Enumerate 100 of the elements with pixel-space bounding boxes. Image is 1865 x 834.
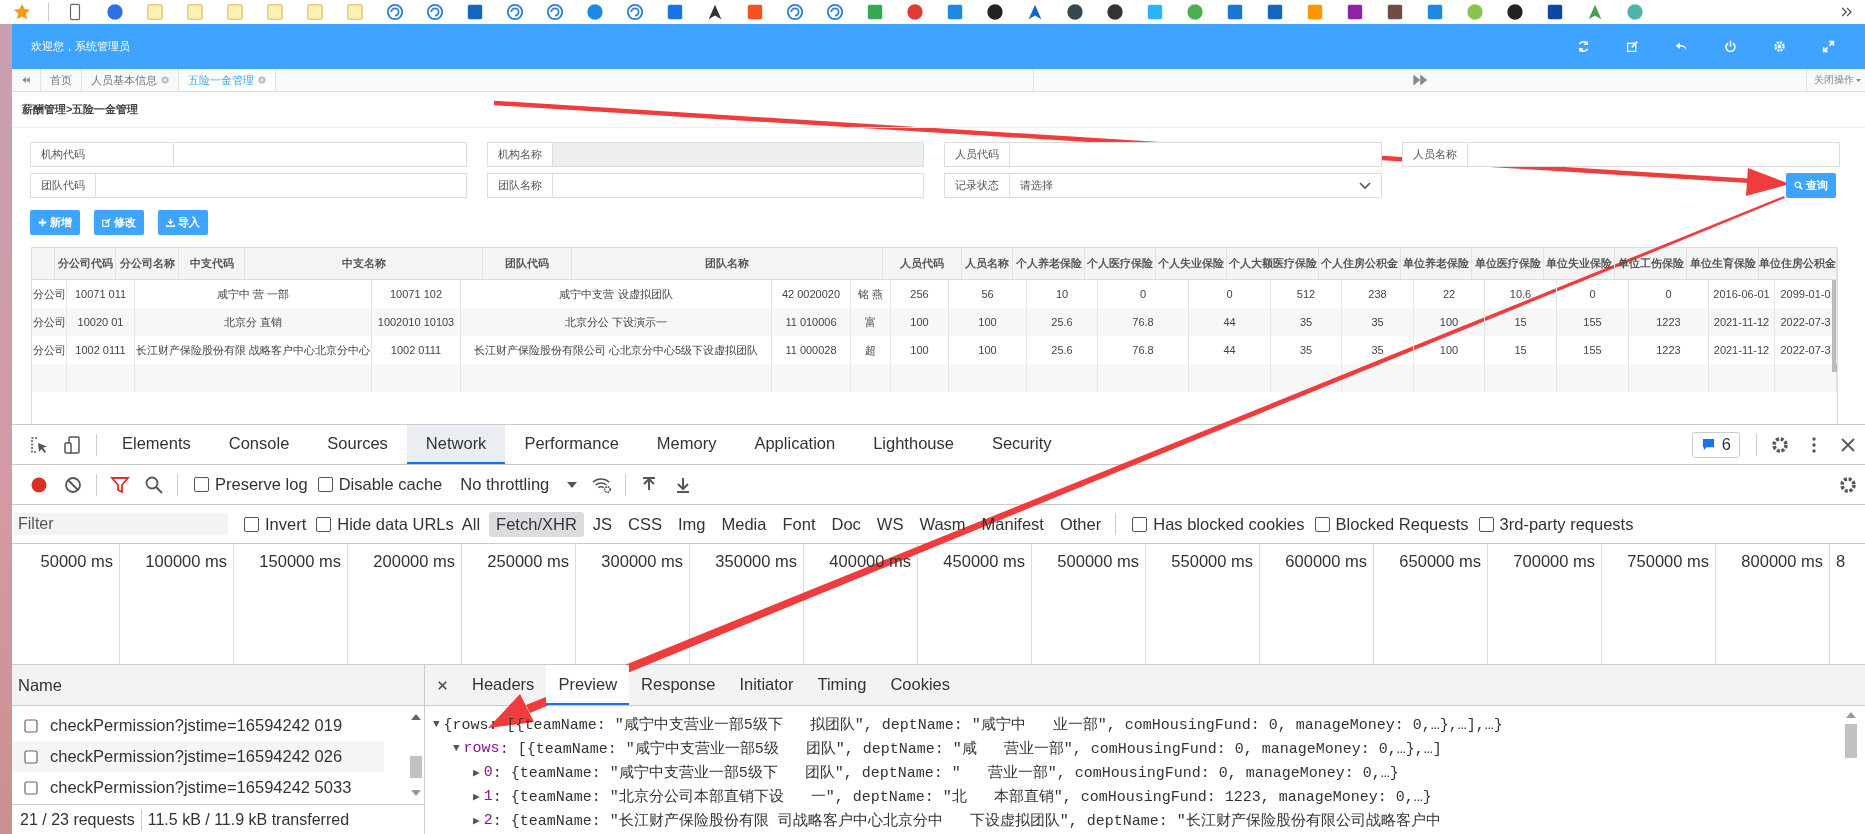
- table-cell: 2021-11-12: [1709, 308, 1775, 336]
- column-header[interactable]: 团队代码: [483, 248, 572, 279]
- type-filter[interactable]: JS: [585, 511, 620, 537]
- type-filter[interactable]: Img: [671, 511, 713, 537]
- throttling-dropdown[interactable]: No throttling: [460, 475, 578, 494]
- column-header[interactable]: 分公司名称: [116, 248, 179, 279]
- checkbox-label[interactable]: Preserve log: [215, 475, 308, 494]
- column-header[interactable]: 中支名称: [245, 248, 483, 279]
- type-filter[interactable]: Manifest: [974, 511, 1051, 537]
- tick-label: 500000 ms: [1057, 552, 1139, 570]
- type-filter[interactable]: Font: [775, 511, 823, 537]
- table-cell: 35: [1271, 308, 1342, 336]
- json-text: : {teamName: "咸宁中支营业一部5级下 团队", deptName: " 营业一部", comHousingFund: 0, manageMoney: 0,…}: [492, 763, 1399, 782]
- table-cell: 100: [891, 308, 949, 336]
- column-header[interactable]: 单位养老保险: [1401, 248, 1472, 279]
- column-header[interactable]: 中支代码: [179, 248, 245, 279]
- checkbox-label[interactable]: Hide data URLs: [337, 514, 454, 534]
- select-field[interactable]: 请选择: [1009, 173, 1382, 198]
- expand-toggle[interactable]: ▼: [433, 718, 440, 730]
- type-filter[interactable]: Fetch/XHR: [489, 511, 584, 537]
- table-cell: 35: [1342, 308, 1414, 336]
- type-filter[interactable]: Wasm: [912, 511, 973, 537]
- issues-badge[interactable]: 6: [1691, 431, 1740, 458]
- column-header[interactable]: Name: [18, 675, 62, 695]
- column-header[interactable]: 个人住房公积金: [1319, 248, 1401, 279]
- column-header[interactable]: 单位住房公积金: [1759, 248, 1837, 279]
- tick-label: 250000 ms: [487, 552, 569, 570]
- table-cell: 155: [1557, 308, 1629, 336]
- expand-toggle[interactable]: ▶: [473, 765, 480, 779]
- panel-tab[interactable]: Lighthouse: [854, 425, 973, 464]
- detail-tab[interactable]: Initiator: [727, 665, 806, 705]
- column-header[interactable]: 个人养老保险: [1013, 248, 1085, 279]
- column-header[interactable]: 个人失业保险: [1156, 248, 1227, 279]
- field-label: 记录状态: [944, 173, 1009, 198]
- column-header[interactable]: 个人大额医疗保险: [1227, 248, 1319, 279]
- panel-tab[interactable]: Security: [972, 425, 1071, 464]
- request-count: 21 / 23 requests: [20, 810, 135, 829]
- panel-tab[interactable]: Memory: [637, 425, 736, 464]
- request-row[interactable]: checkPermission?jstime=16594242 019: [12, 710, 384, 741]
- type-filter[interactable]: Other: [1052, 511, 1109, 537]
- panel-tab[interactable]: Performance: [505, 425, 638, 464]
- tab-label[interactable]: 人员基本信息: [91, 72, 157, 88]
- close-menu[interactable]: 关闭操作: [1807, 69, 1865, 91]
- table-cell: 10020 01: [67, 308, 135, 336]
- table-cell: 1002010 10103: [372, 308, 461, 336]
- column-header[interactable]: 单位生育保险: [1687, 248, 1759, 279]
- tick-label: 700000 ms: [1513, 552, 1595, 570]
- detail-tab[interactable]: Headers: [460, 665, 547, 705]
- request-name[interactable]: checkPermission?jstime=16594242 5033: [50, 778, 352, 797]
- filter-field[interactable]: Filter: [14, 513, 228, 535]
- column-header[interactable]: 人员代码: [883, 248, 962, 279]
- type-filter[interactable]: WS: [869, 511, 911, 537]
- expand-toggle[interactable]: ▶: [473, 813, 480, 827]
- type-filter[interactable]: All: [454, 511, 488, 537]
- panel-tab[interactable]: Application: [735, 425, 855, 464]
- detail-tab[interactable]: Preview: [546, 665, 630, 705]
- request-row[interactable]: checkPermission?jstime=16594242 5033: [12, 772, 384, 803]
- checkbox-label[interactable]: Disable cache: [338, 475, 443, 494]
- page-tab[interactable]: 首页: [41, 69, 82, 91]
- detail-tab[interactable]: Cookies: [878, 665, 962, 705]
- checkbox-label[interactable]: 3rd-party requests: [1499, 514, 1634, 534]
- checkbox-label[interactable]: Invert: [265, 514, 307, 534]
- json-text: : {teamName: "北京分公司本部直销下设 一", deptName: "北 本部直销", comHousingFund: 1223, manageMoney: 0,…}: [492, 787, 1432, 806]
- checkbox-label[interactable]: Blocked Requests: [1335, 514, 1469, 534]
- panel-tab[interactable]: Sources: [308, 425, 407, 464]
- column-header[interactable]: 团队名称: [572, 248, 883, 279]
- type-filter[interactable]: Doc: [824, 511, 868, 537]
- expand-toggle[interactable]: ▶: [473, 789, 480, 803]
- panel-tab[interactable]: Elements: [103, 425, 210, 464]
- select-value[interactable]: 请选择: [1020, 178, 1053, 193]
- panel-tab[interactable]: Network: [406, 425, 506, 464]
- tick-label: 800000 ms: [1741, 552, 1823, 570]
- field-label: 团队名称: [487, 173, 552, 198]
- column-header[interactable]: 人员名称: [962, 248, 1013, 279]
- detail-tab[interactable]: Timing: [805, 665, 879, 705]
- issue-count[interactable]: 6: [1721, 435, 1731, 454]
- request-row[interactable]: checkPermission?jstime=16594242 026: [12, 741, 384, 772]
- request-name[interactable]: checkPermission?jstime=16594242 026: [50, 747, 343, 766]
- checkbox-label[interactable]: Has blocked cookies: [1153, 514, 1305, 534]
- detail-tab[interactable]: Response: [629, 665, 728, 705]
- property-key: 2: [483, 811, 493, 829]
- field-label: 机构代码: [30, 142, 173, 167]
- type-filter[interactable]: Media: [714, 511, 774, 537]
- transfer-size: 11.5 kB / 11.9 kB transferred: [147, 810, 350, 829]
- tick-label: 150000 ms: [259, 552, 341, 570]
- request-name[interactable]: checkPermission?jstime=16594242 019: [50, 716, 343, 735]
- expand-toggle[interactable]: ▼: [453, 742, 460, 754]
- field-label: 人员代码: [944, 142, 1009, 167]
- property-key: 1: [483, 787, 493, 805]
- table-cell: 76.8: [1098, 308, 1189, 336]
- table-cell: 25.6: [1027, 308, 1098, 336]
- field-label: 团队代码: [30, 173, 95, 198]
- tick-label: 450000 ms: [943, 552, 1025, 570]
- tab-label[interactable]: 首页: [50, 72, 72, 88]
- tick-label: 600000 ms: [1285, 552, 1367, 570]
- type-filter[interactable]: CSS: [621, 511, 669, 537]
- column-header[interactable]: 分公司代码: [55, 248, 116, 279]
- column-header[interactable]: 个人医疗保险: [1085, 248, 1156, 279]
- panel-tab[interactable]: Console: [209, 425, 309, 464]
- column-header[interactable]: 单位医疗保险: [1472, 248, 1544, 279]
